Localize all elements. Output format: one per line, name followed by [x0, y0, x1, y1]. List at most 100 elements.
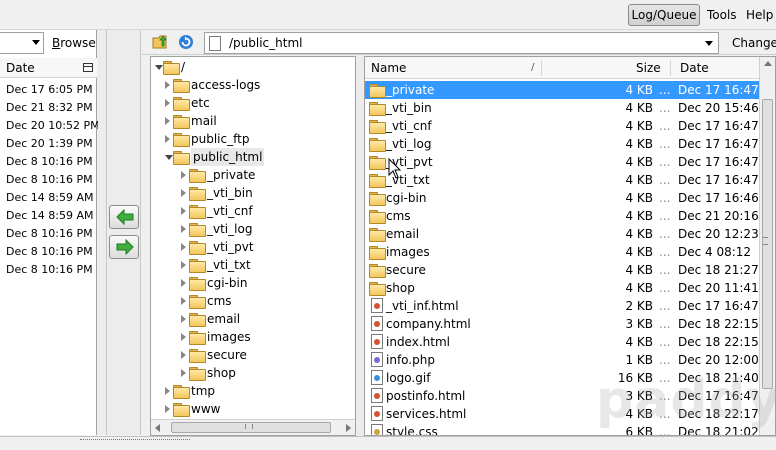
tree-item[interactable]: public_ftp [151, 130, 351, 148]
column-chooser-icon[interactable] [83, 63, 93, 72]
file-row[interactable]: index.html 4 KB Dec 18 22:15... [365, 333, 760, 351]
tree-item[interactable]: tmp [151, 382, 351, 400]
local-date-item[interactable]: Dec 8 10:16 PM [0, 225, 96, 243]
refresh-icon[interactable] [178, 34, 194, 50]
chevron-down-icon[interactable] [705, 41, 713, 46]
expand-arrow-icon[interactable] [165, 81, 170, 89]
file-row[interactable]: _vti_txt 4 KB Dec 17 16:47... [365, 171, 760, 189]
tree-list-splitter[interactable] [356, 56, 364, 436]
horizontal-scrollbar[interactable] [151, 419, 355, 435]
file-row[interactable]: logo.gif 16 KB Dec 18 21:40... [365, 369, 760, 387]
local-date-item[interactable]: Dec 8 10:16 PM [0, 243, 96, 261]
tools-menu[interactable]: Tools [707, 8, 737, 22]
expand-arrow-icon[interactable] [165, 135, 170, 143]
local-date-item[interactable]: Dec 14 8:59 AM [0, 189, 96, 207]
file-row[interactable]: email 4 KB Dec 20 12:23... [365, 225, 760, 243]
expand-arrow-icon[interactable] [181, 297, 186, 305]
local-path-dropdown[interactable] [0, 32, 44, 54]
file-row[interactable]: services.html 4 KB Dec 18 22:17... [365, 405, 760, 423]
tree-item[interactable]: mail [151, 112, 351, 130]
expand-arrow-icon[interactable] [165, 117, 170, 125]
expand-arrow-icon[interactable] [181, 315, 186, 323]
file-row[interactable]: company.html 3 KB Dec 18 22:15... [365, 315, 760, 333]
tree-item[interactable]: access-logs [151, 76, 351, 94]
name-column-header[interactable]: Name [371, 57, 406, 79]
file-row[interactable]: cms 4 KB Dec 21 20:16... [365, 207, 760, 225]
local-date-item[interactable]: Dec 8 10:16 PM [0, 153, 96, 171]
file-row[interactable]: style.css 6 KB Dec 18 21:02... [365, 423, 760, 435]
size-column-header[interactable]: Size [636, 57, 661, 79]
scroll-up-icon[interactable] [764, 61, 772, 66]
file-name: secure [386, 263, 426, 277]
local-splitter[interactable] [98, 30, 106, 435]
tree-item[interactable]: _vti_pvt [151, 238, 351, 256]
download-button[interactable] [109, 205, 139, 229]
local-date-item[interactable]: Dec 21 8:32 PM [0, 99, 96, 117]
tree-item[interactable]: _vti_log [151, 220, 351, 238]
remote-path-input[interactable]: /public_html [204, 32, 719, 54]
tree-item[interactable]: _vti_txt [151, 256, 351, 274]
tree-item[interactable]: _private [151, 166, 351, 184]
expand-arrow-icon[interactable] [165, 387, 170, 395]
local-date-item[interactable]: Dec 8 10:16 PM [0, 171, 96, 189]
upload-button[interactable] [109, 235, 139, 259]
expand-arrow-icon[interactable] [181, 351, 186, 359]
help-menu[interactable]: Help [746, 8, 773, 22]
tree-item[interactable]: cms [151, 292, 351, 310]
file-row[interactable]: _vti_log 4 KB Dec 17 16:47... [365, 135, 760, 153]
local-date-item[interactable]: Dec 17 6:05 PM [0, 81, 96, 99]
log-queue-button[interactable]: Log/Queue [628, 4, 700, 26]
collapse-arrow-icon[interactable] [165, 155, 173, 160]
file-row[interactable]: info.php 1 KB Dec 20 12:00... [365, 351, 760, 369]
expand-arrow-icon[interactable] [181, 279, 186, 287]
resize-handle[interactable] [80, 439, 190, 442]
tree-item[interactable]: cgi-bin [151, 274, 351, 292]
local-date-item[interactable]: Dec 8 10:16 PM [0, 261, 96, 279]
column-divider[interactable] [541, 60, 542, 76]
tree-item[interactable]: shop [151, 364, 351, 382]
local-date-item[interactable]: Dec 14 8:59 AM [0, 207, 96, 225]
file-row[interactable]: secure 4 KB Dec 18 21:27... [365, 261, 760, 279]
file-row[interactable]: _private 4 KB Dec 17 16:47... [365, 81, 760, 99]
tree-item[interactable]: public_html [151, 148, 351, 166]
expand-arrow-icon[interactable] [181, 207, 186, 215]
file-row[interactable]: images 4 KB Dec 4 08:12... [365, 243, 760, 261]
file-row[interactable]: _vti_cnf 4 KB Dec 17 16:47... [365, 117, 760, 135]
parent-folder-icon[interactable] [152, 34, 170, 50]
file-row[interactable]: _vti_bin 4 KB Dec 20 15:46... [365, 99, 760, 117]
file-row[interactable]: _vti_pvt 4 KB Dec 17 16:47... [365, 153, 760, 171]
vertical-scrollbar[interactable] [759, 57, 775, 435]
local-date-item[interactable]: Dec 20 1:39 PM [0, 135, 96, 153]
file-row[interactable]: cgi-bin 4 KB Dec 17 16:46... [365, 189, 760, 207]
expand-arrow-icon[interactable] [181, 189, 186, 197]
tree-item[interactable]: etc [151, 94, 351, 112]
expand-arrow-icon[interactable] [181, 225, 186, 233]
scroll-right-icon[interactable] [346, 424, 351, 432]
date-column-header[interactable]: Date [680, 57, 709, 79]
change-button[interactable]: Change [732, 36, 776, 50]
file-row[interactable]: postinfo.html 3 KB Dec 17 16:47... [365, 387, 760, 405]
tree-item[interactable]: _vti_cnf [151, 202, 351, 220]
local-date-header[interactable]: Date [0, 58, 97, 78]
tree-item[interactable]: images [151, 328, 351, 346]
scroll-left-icon[interactable] [155, 424, 160, 432]
expand-arrow-icon[interactable] [181, 261, 186, 269]
expand-arrow-icon[interactable] [181, 243, 186, 251]
tree-item[interactable]: / [151, 58, 351, 76]
expand-arrow-icon[interactable] [181, 171, 186, 179]
tree-item[interactable]: _vti_bin [151, 184, 351, 202]
expand-arrow-icon[interactable] [181, 333, 186, 341]
collapse-arrow-icon[interactable] [155, 65, 163, 70]
browse-button[interactable]: Browse [52, 36, 96, 50]
file-row[interactable]: _vti_inf.html 2 KB Dec 17 16:47... [365, 297, 760, 315]
expand-arrow-icon[interactable] [165, 405, 170, 413]
file-row[interactable]: shop 4 KB Dec 20 11:41... [365, 279, 760, 297]
expand-arrow-icon[interactable] [165, 99, 170, 107]
file-date: Dec 17 16:47 [678, 119, 759, 133]
expand-arrow-icon[interactable] [181, 369, 186, 377]
local-date-item[interactable]: Dec 20 10:52 PM [0, 117, 100, 135]
tree-item[interactable]: secure [151, 346, 351, 364]
tree-item[interactable]: email [151, 310, 351, 328]
tree-item[interactable]: www [151, 400, 351, 418]
column-divider[interactable] [670, 60, 671, 76]
